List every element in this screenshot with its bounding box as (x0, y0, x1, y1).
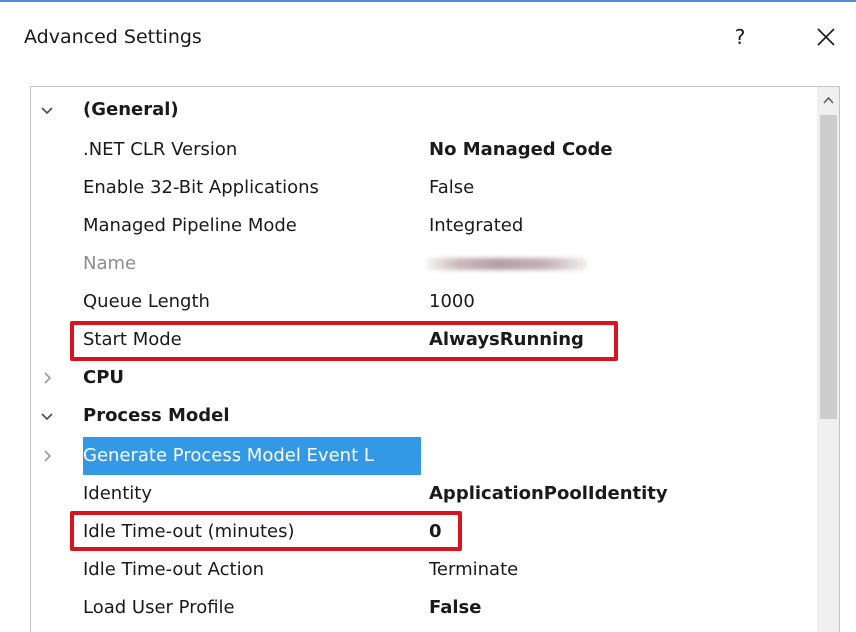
property-row-enable-32bit[interactable]: Enable 32-Bit Applications False (31, 169, 817, 207)
category-process-model[interactable]: Process Model (31, 397, 817, 435)
property-label: Name (83, 253, 137, 274)
property-label: Load User Profile (83, 597, 235, 618)
dialog-title: Advanced Settings (24, 26, 202, 48)
category-label: CPU (83, 367, 125, 388)
property-label: Queue Length (83, 291, 210, 312)
chevron-right-icon[interactable] (37, 446, 57, 466)
property-value[interactable]: Terminate (429, 551, 518, 589)
property-grid[interactable]: (General) .NET CLR Version No Managed Co… (30, 86, 840, 632)
category-cpu[interactable]: CPU (31, 359, 817, 397)
property-value[interactable]: Integrated (429, 207, 523, 245)
redacted-name-value (427, 258, 587, 270)
vertical-scrollbar[interactable] (817, 87, 839, 632)
property-row-identity[interactable]: Identity ApplicationPoolIdentity (31, 475, 817, 513)
property-row-idle-timeout-action[interactable]: Idle Time-out Action Terminate (31, 551, 817, 589)
close-button[interactable] (806, 20, 846, 54)
chevron-down-icon[interactable] (37, 406, 57, 426)
close-icon (817, 28, 835, 46)
category-general[interactable]: (General) (31, 91, 817, 129)
property-value[interactable]: False (429, 589, 481, 627)
help-button[interactable]: ? (722, 20, 758, 54)
advanced-settings-dialog: Advanced Settings ? (General) .NET CLR V… (0, 0, 856, 632)
property-row-net-clr-version[interactable]: .NET CLR Version No Managed Code (31, 131, 817, 169)
property-label: Idle Time-out Action (83, 559, 264, 580)
property-label: Identity (83, 483, 152, 504)
highlight-box-start-mode (70, 321, 618, 361)
chevron-right-icon[interactable] (37, 368, 57, 388)
property-label-selected: Generate Process Model Event L (83, 437, 421, 475)
property-row-queue-length[interactable]: Queue Length 1000 (31, 283, 817, 321)
property-value[interactable]: 1000 (429, 283, 475, 321)
scroll-up-button[interactable] (817, 87, 839, 113)
property-label: .NET CLR Version (83, 139, 238, 160)
property-row-generate-event-log[interactable]: Generate Process Model Event L (31, 437, 817, 475)
property-label: Managed Pipeline Mode (83, 215, 297, 236)
property-value[interactable]: No Managed Code (429, 131, 613, 169)
title-bar: Advanced Settings ? (0, 2, 856, 70)
scroll-thumb[interactable] (820, 115, 837, 419)
property-row-name[interactable]: Name (31, 245, 817, 283)
property-value[interactable]: ApplicationPoolIdentity (429, 475, 668, 513)
property-row-managed-pipeline[interactable]: Managed Pipeline Mode Integrated (31, 207, 817, 245)
category-label: Process Model (83, 405, 230, 426)
chevron-down-icon[interactable] (37, 100, 57, 120)
chevron-up-icon (823, 96, 834, 104)
property-label: Enable 32-Bit Applications (83, 177, 319, 198)
property-value[interactable]: False (429, 169, 474, 207)
highlight-box-idle-timeout (70, 511, 462, 551)
property-row-load-user-profile[interactable]: Load User Profile False (31, 589, 817, 627)
category-label: (General) (83, 99, 179, 120)
